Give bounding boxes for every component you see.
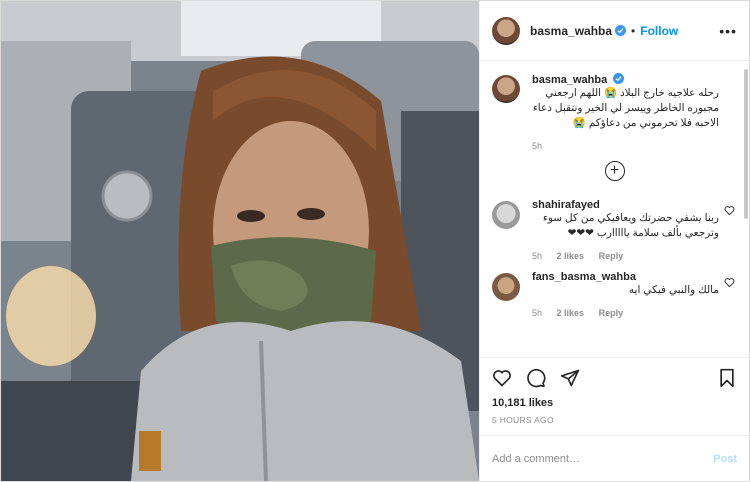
- post-username[interactable]: basma_wahba: [530, 24, 612, 38]
- comment-text: مالك والنبي فيكي ايه: [628, 284, 719, 296]
- verified-icon: [615, 25, 627, 36]
- caption-row: basma_wahba رحله علاجيه خارج البلاد 😭 ال…: [492, 73, 737, 151]
- comment-icon[interactable]: [526, 368, 546, 388]
- comment-username[interactable]: shahirafayed: [532, 199, 719, 211]
- comment-likes[interactable]: 2 likes: [557, 251, 585, 261]
- reply-button[interactable]: Reply: [599, 251, 624, 261]
- comment-time: 5h: [532, 308, 543, 318]
- verified-icon: [613, 73, 625, 84]
- follow-button[interactable]: Follow: [640, 24, 678, 38]
- share-icon[interactable]: [560, 368, 580, 388]
- more-options-button[interactable]: •••: [719, 23, 737, 39]
- post-sidebar: basma_wahba • Follow ••• basma_wahba رحل…: [479, 1, 749, 481]
- heart-icon[interactable]: [492, 368, 512, 388]
- comments-list[interactable]: basma_wahba رحله علاجيه خارج البلاد 😭 ال…: [480, 61, 749, 357]
- caption-time: 5h: [532, 141, 543, 151]
- avatar[interactable]: [492, 273, 520, 301]
- post-comment-button[interactable]: Post: [713, 453, 737, 465]
- avatar[interactable]: [492, 201, 520, 229]
- list-item: fans_basma_wahba مالك والنبي فيكي ايه 5h…: [492, 271, 737, 318]
- heart-icon[interactable]: [724, 277, 735, 288]
- action-bar: [480, 357, 749, 397]
- likes-count[interactable]: 10,181 likes: [480, 397, 749, 409]
- comment-likes[interactable]: 2 likes: [557, 308, 585, 318]
- comments-scrollbar[interactable]: [744, 69, 748, 219]
- comment-username[interactable]: fans_basma_wahba: [532, 271, 719, 283]
- instagram-post-modal: basma_wahba • Follow ••• basma_wahba رحل…: [0, 0, 750, 482]
- heart-icon[interactable]: [724, 205, 735, 216]
- comment-input[interactable]: [492, 452, 714, 465]
- avatar[interactable]: [492, 75, 520, 103]
- load-more: +: [492, 161, 737, 181]
- comment-text: ربنا يشفي حضرتك ويعافيكي من كل سوء وترجع…: [542, 212, 719, 239]
- separator-dot: •: [631, 23, 636, 38]
- caption-username[interactable]: basma_wahba: [532, 74, 607, 86]
- comment-time: 5h: [532, 251, 543, 261]
- add-comment-bar: Post: [480, 435, 749, 481]
- post-header: basma_wahba • Follow •••: [480, 1, 749, 61]
- post-timestamp: 5 HOURS AGO: [492, 415, 554, 425]
- selfie-image: [1, 1, 479, 481]
- reply-button[interactable]: Reply: [599, 308, 624, 318]
- avatar[interactable]: [492, 16, 520, 45]
- caption-text: رحله علاجيه خارج البلاد 😭 اللهم ارجعني م…: [532, 87, 719, 129]
- post-photo[interactable]: [1, 1, 479, 481]
- bookmark-icon[interactable]: [717, 368, 737, 388]
- load-more-icon[interactable]: +: [604, 161, 625, 181]
- list-item: shahirafayed ربنا يشفي حضرتك ويعافيكي من…: [492, 199, 737, 261]
